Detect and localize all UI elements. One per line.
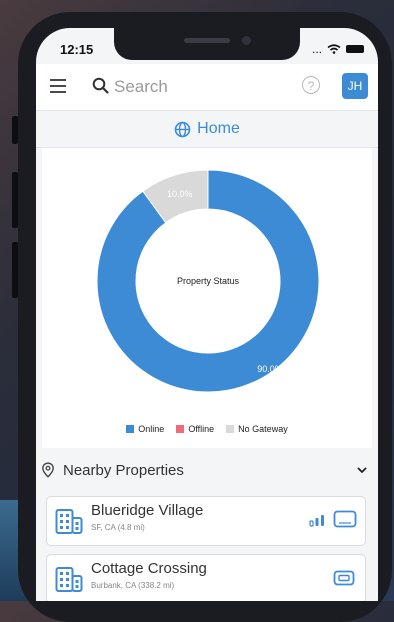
legend-swatch [226, 425, 235, 433]
gateway-icon [333, 510, 357, 528]
property-name: Cottage Crossing [91, 560, 207, 577]
legend-label: No Gateway [238, 424, 288, 434]
property-city: SF, CA [91, 523, 116, 532]
building-icon [55, 509, 83, 534]
property-city: Burbank, CA [91, 581, 136, 590]
status-dots: ... [311, 42, 322, 56]
battery-icon [346, 45, 364, 53]
property-card[interactable]: Cottage Crossing Burbank, CA (338.2 mi) [46, 554, 366, 601]
chart-legend: Online Offline No Gateway [42, 424, 372, 434]
home-label: Home [197, 120, 240, 137]
menu-icon[interactable] [50, 79, 66, 93]
speaker [184, 38, 230, 43]
legend-item[interactable]: Online [126, 424, 164, 434]
nearby-title: Nearby Properties [63, 461, 184, 479]
globe-icon [174, 121, 191, 137]
property-name: Blueridge Village [91, 502, 204, 519]
legend-label: Online [138, 424, 165, 434]
property-distance: (4.8 mi) [117, 523, 145, 532]
wifi-icon [327, 44, 341, 54]
camera [242, 36, 251, 45]
legend-item[interactable]: Offline [176, 424, 214, 434]
app-screen: 12:15 ... ? JH Home Property [36, 28, 378, 601]
legend-label: Offline [188, 424, 215, 434]
building-icon [55, 567, 83, 592]
signal-icon [309, 515, 324, 527]
search-icon [92, 77, 109, 94]
chart-title: Property Status [177, 276, 240, 286]
nearby-properties-header[interactable]: Nearby Properties [36, 454, 378, 486]
legend-swatch [126, 425, 135, 433]
notch [114, 28, 300, 60]
donut-chart: Property Status 10.0% 90.0% [96, 169, 320, 393]
location-pin-icon [42, 462, 54, 478]
user-avatar[interactable]: JH [342, 73, 368, 99]
status-time: 12:15 [60, 42, 94, 57]
volume-down-button [12, 242, 18, 298]
top-bar: ? JH [36, 64, 378, 111]
property-location: SF, CA (4.8 mi) [91, 523, 145, 532]
slice-label: 90.0% [257, 364, 283, 374]
property-card[interactable]: Blueridge Village SF, CA (4.8 mi) [46, 496, 366, 546]
mute-switch [12, 116, 18, 144]
status-icons: ... [312, 42, 364, 56]
legend-swatch [176, 425, 185, 433]
property-location: Burbank, CA (338.2 mi) [91, 581, 174, 590]
property-status-chart: Property Status 10.0% 90.0% Online Offline… [42, 148, 372, 448]
help-icon[interactable]: ? [302, 76, 320, 94]
property-distance: (338.2 mi) [138, 581, 175, 590]
slice-label: 10.0% [167, 189, 193, 199]
gateway-icon [333, 570, 355, 586]
search-input[interactable] [114, 74, 274, 100]
chevron-down-icon[interactable] [356, 465, 368, 475]
legend-item[interactable]: No Gateway [226, 424, 288, 434]
volume-up-button [12, 172, 18, 228]
home-button[interactable]: Home [36, 111, 378, 148]
